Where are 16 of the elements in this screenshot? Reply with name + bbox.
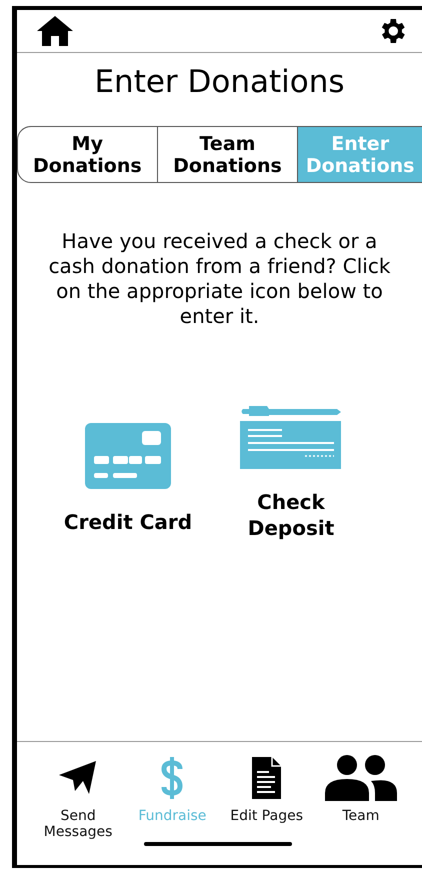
two-people-icon	[324, 755, 397, 801]
credit-card-icon	[85, 423, 171, 489]
check-and-pen-icon	[239, 405, 341, 469]
nav-item[interactable]: Edit Pages	[222, 754, 311, 824]
home-icon[interactable]	[37, 16, 73, 46]
nav-item[interactable]: Team	[316, 754, 405, 824]
tab[interactable]: Team Donations	[158, 126, 298, 183]
nav-item[interactable]: Send Messages	[34, 754, 122, 840]
paper-plane-icon	[59, 761, 98, 795]
option-button[interactable]: Check Deposit	[239, 405, 419, 541]
instructions-text: Have you received a check or a cash donation from a friend? Click on the appropriate icon below to enter it.	[48, 229, 392, 329]
page-title: Enter Donations	[93, 63, 346, 102]
document-icon	[252, 757, 282, 799]
dollar-icon	[160, 757, 184, 799]
option-button[interactable]: Credit Card	[17, 405, 239, 541]
tab[interactable]: My Donations	[17, 126, 158, 183]
